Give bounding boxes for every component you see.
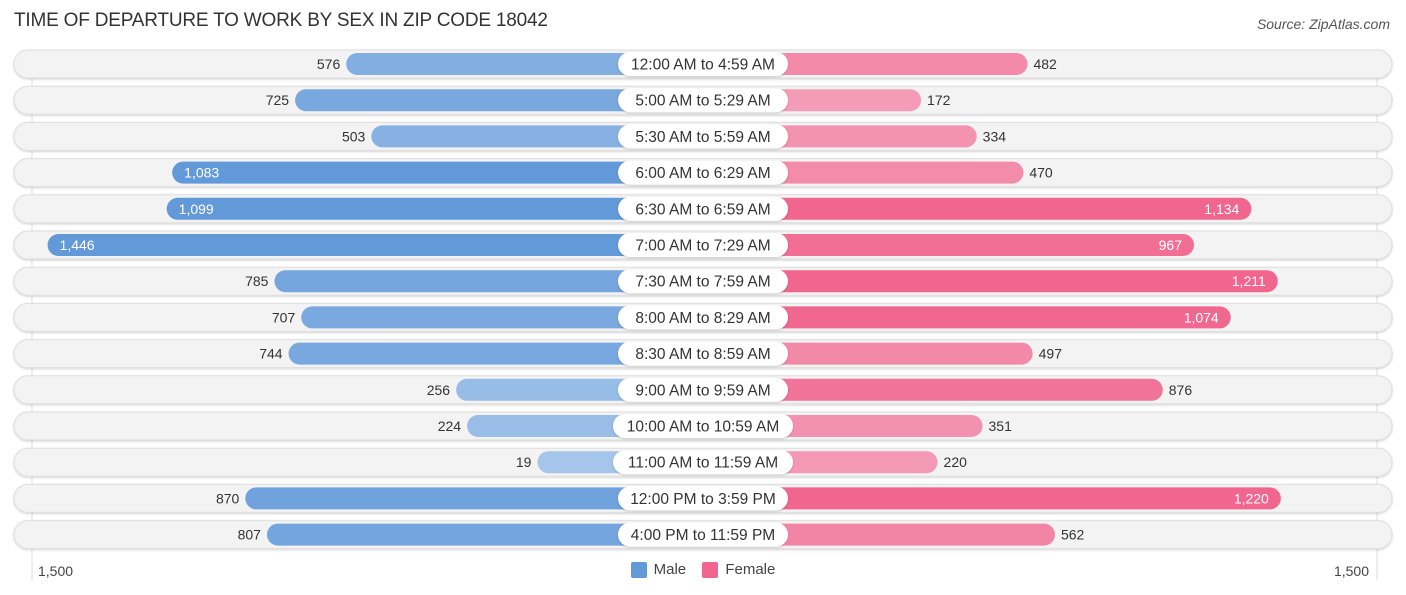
value-label-male: 224 <box>438 418 462 434</box>
value-label-male: 1,446 <box>60 237 95 253</box>
bar-female[interactable] <box>703 270 1278 293</box>
chart-row: 870 1,220 12:00 PM to 3:59 PM <box>13 483 1393 513</box>
chart-row: 707 1,074 8:00 AM to 8:29 AM <box>13 302 1393 332</box>
value-label-female: 172 <box>927 92 951 108</box>
legend-swatch-female <box>702 561 719 578</box>
chart-row: 807 562 4:00 PM to 11:59 PM <box>13 520 1393 550</box>
value-label-female: 1,074 <box>1184 309 1219 325</box>
legend-swatch-male <box>630 561 647 578</box>
value-label-male: 785 <box>245 273 269 289</box>
value-label-male: 707 <box>272 309 296 325</box>
chart-row: 224 351 10:00 AM to 10:59 AM <box>13 411 1393 441</box>
value-label-female: 351 <box>989 418 1013 434</box>
chart-row: 725 172 5:00 AM to 5:29 AM <box>13 85 1393 115</box>
category-label: 6:00 AM to 6:29 AM <box>635 165 770 182</box>
category-label: 11:00 AM to 11:59 AM <box>628 455 778 472</box>
category-label: 7:30 AM to 7:59 AM <box>635 274 770 291</box>
category-label: 9:00 AM to 9:59 AM <box>635 382 770 399</box>
category-label: 5:00 AM to 5:29 AM <box>635 93 770 110</box>
category-label: 6:30 AM to 6:59 AM <box>635 201 770 218</box>
value-label-male: 576 <box>317 56 341 72</box>
chart-row: 256 876 9:00 AM to 9:59 AM <box>13 375 1393 405</box>
chart-row: 503 334 5:30 AM to 5:59 AM <box>13 121 1393 151</box>
value-label-male: 256 <box>427 382 451 398</box>
value-label-female: 876 <box>1169 382 1193 398</box>
chart-row: 785 1,211 7:30 AM to 7:59 AM <box>13 266 1393 296</box>
chart-row: 1,083 470 6:00 AM to 6:29 AM <box>13 158 1393 188</box>
chart-row: 744 497 8:30 AM to 8:59 AM <box>13 339 1393 369</box>
category-label: 12:00 AM to 4:59 AM <box>631 57 775 74</box>
value-label-female: 562 <box>1061 527 1085 543</box>
value-label-female: 334 <box>983 128 1007 144</box>
chart-row: 19 220 11:00 AM to 11:59 AM <box>13 447 1393 477</box>
chart-row: 1,099 1,134 6:30 AM to 6:59 AM <box>13 194 1393 224</box>
value-label-female: 1,211 <box>1232 273 1266 289</box>
chart-row: 1,446 967 7:00 AM to 7:29 AM <box>13 230 1393 260</box>
value-label-male: 503 <box>342 128 366 144</box>
category-label: 12:00 PM to 3:59 PM <box>630 491 776 508</box>
bar-male[interactable] <box>47 234 704 256</box>
value-label-male: 744 <box>259 346 283 362</box>
bar-female[interactable] <box>703 487 1281 510</box>
category-label: 10:00 AM to 10:59 AM <box>627 419 780 436</box>
chart-row: 576 482 12:00 AM to 4:59 AM <box>13 49 1393 79</box>
value-label-female: 1,220 <box>1234 490 1269 506</box>
value-label-male: 1,099 <box>179 201 214 217</box>
legend: Male Female <box>0 561 1406 582</box>
legend-label-male: Male <box>653 561 687 578</box>
value-label-female: 470 <box>1029 165 1053 181</box>
value-label-female: 482 <box>1033 56 1057 72</box>
chart-plot: 576 482 12:00 AM to 4:59 AM 725 172 5:00 AM t… <box>13 49 1393 580</box>
value-label-male: 1,083 <box>184 165 219 181</box>
category-label: 8:30 AM to 8:59 AM <box>635 346 770 363</box>
value-label-female: 1,134 <box>1204 201 1239 217</box>
value-label-female: 220 <box>944 454 968 470</box>
value-label-male: 870 <box>216 490 240 506</box>
category-label: 5:30 AM to 5:59 AM <box>635 129 770 146</box>
category-label: 7:00 AM to 7:29 AM <box>635 238 770 255</box>
category-label: 4:00 PM to 11:59 PM <box>631 527 775 544</box>
legend-item-male[interactable]: Male <box>630 561 687 578</box>
category-label: 8:00 AM to 8:29 AM <box>635 310 770 327</box>
value-label-female: 967 <box>1159 237 1183 253</box>
value-label-female: 497 <box>1039 346 1063 362</box>
value-label-male: 19 <box>516 454 532 470</box>
value-label-male: 807 <box>238 527 262 543</box>
value-label-male: 725 <box>266 92 290 108</box>
legend-item-female[interactable]: Female <box>702 561 775 578</box>
legend-label-female: Female <box>725 561 776 578</box>
